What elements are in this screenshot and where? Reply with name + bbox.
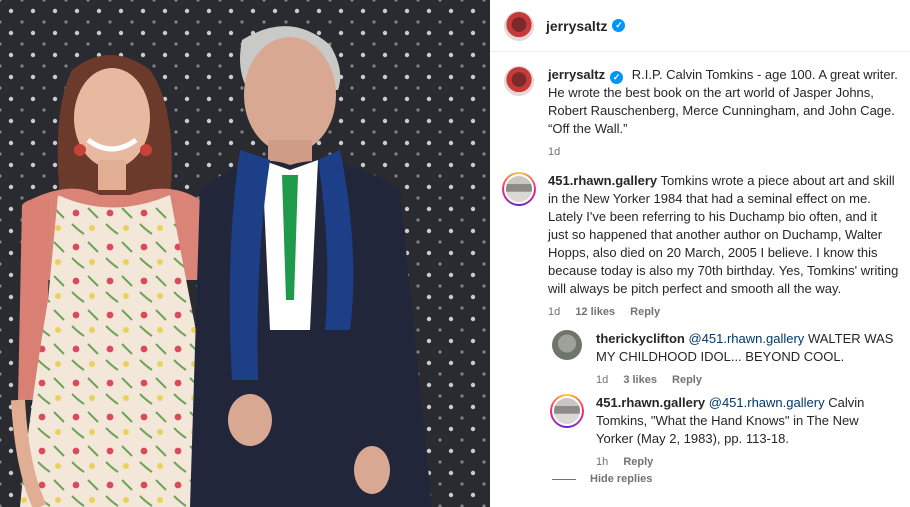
reply-button[interactable]: Reply (630, 306, 660, 318)
reply-meta: 1d 3 likes Reply (596, 374, 896, 386)
post-header: jerrysaltz ✓ (490, 0, 910, 52)
reply-mention[interactable]: @451.rhawn.gallery (709, 395, 825, 410)
comment-meta: 1d 12 likes Reply (548, 306, 900, 318)
post-photo (0, 0, 490, 507)
hide-replies-label: Hide replies (590, 473, 653, 485)
reply-avatar[interactable] (550, 394, 584, 428)
reply-body: therickyclifton @451.rhawn.gallery WALTE… (596, 330, 896, 366)
comment-likes[interactable]: 12 likes (575, 306, 615, 318)
reply-avatar[interactable] (552, 330, 582, 360)
hide-replies-button[interactable]: Hide replies (552, 473, 652, 485)
comment-username[interactable]: 451.rhawn.gallery (548, 173, 657, 188)
reply-username[interactable]: therickyclifton (596, 331, 685, 346)
reply-meta: 1h Reply (596, 456, 898, 468)
reply-item: 451.rhawn.gallery @451.rhawn.gallery Cal… (550, 394, 900, 468)
comment-text: Tomkins wrote a piece about art and skil… (548, 173, 899, 296)
reply-time[interactable]: 1h (596, 456, 608, 468)
caption-verified-icon: ✓ (610, 71, 624, 84)
comment-item: 451.rhawn.gallery Tomkins wrote a piece … (502, 172, 906, 318)
reply-mention[interactable]: @451.rhawn.gallery (688, 331, 804, 346)
reply-username[interactable]: 451.rhawn.gallery (596, 395, 705, 410)
header-username[interactable]: jerrysaltz (546, 18, 607, 34)
reply-button[interactable]: Reply (623, 456, 653, 468)
reply-item: therickyclifton @451.rhawn.gallery WALTE… (552, 330, 898, 386)
post-panel: jerrysaltz ✓ jerrysaltz ✓ R.I.P. Calvin T… (490, 0, 910, 507)
photo-illustration (0, 0, 490, 507)
caption-avatar[interactable] (504, 66, 534, 96)
reply-body: 451.rhawn.gallery @451.rhawn.gallery Cal… (596, 394, 898, 448)
caption-meta: 1d (548, 146, 900, 158)
reply-time[interactable]: 1d (596, 374, 608, 386)
post-caption: jerrysaltz ✓ R.I.P. Calvin Tomkins - age … (504, 66, 904, 158)
commenter-avatar[interactable] (502, 172, 536, 206)
reply-button[interactable]: Reply (672, 374, 702, 386)
caption-time[interactable]: 1d (548, 146, 560, 158)
comment-body: 451.rhawn.gallery Tomkins wrote a piece … (548, 172, 900, 298)
reply-likes[interactable]: 3 likes (623, 374, 657, 386)
profile-avatar[interactable] (504, 10, 534, 41)
verified-badge-icon: ✓ (612, 19, 626, 32)
caption-body: jerrysaltz ✓ R.I.P. Calvin Tomkins - age … (548, 66, 900, 138)
caption-username[interactable]: jerrysaltz (548, 67, 605, 82)
hide-replies-line (552, 478, 576, 480)
comment-time[interactable]: 1d (548, 306, 560, 318)
